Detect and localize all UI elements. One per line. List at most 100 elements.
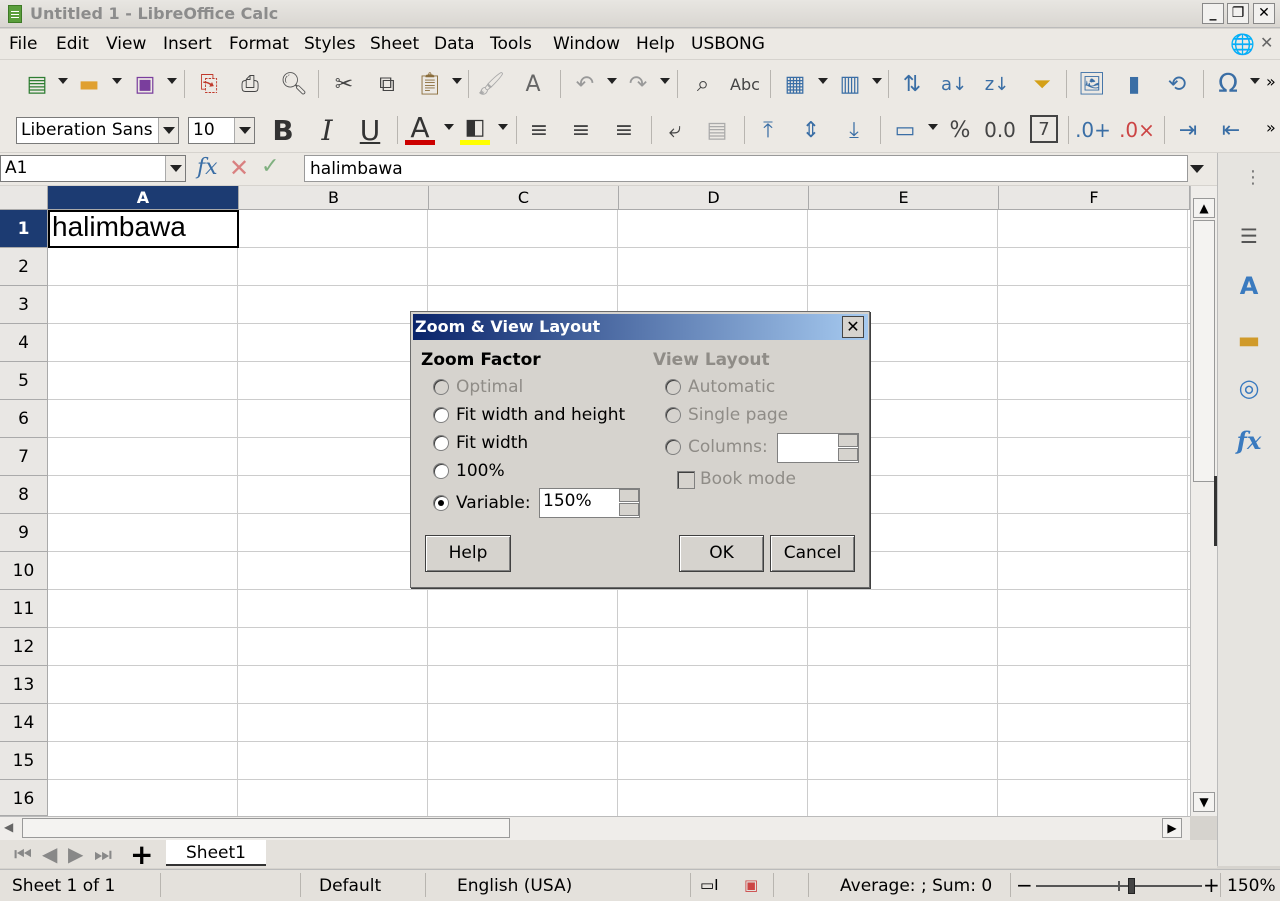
column-dropdown[interactable] <box>872 78 882 84</box>
zoom-slider-thumb[interactable] <box>1128 878 1135 894</box>
bold-icon[interactable]: B <box>268 114 298 147</box>
font-color-dropdown[interactable] <box>444 124 454 130</box>
formula-input[interactable]: halimbawa <box>304 155 1188 182</box>
cancel-button[interactable]: Cancel <box>770 535 855 572</box>
clear-format-icon[interactable]: A <box>518 69 548 99</box>
column-header-a[interactable]: A <box>48 186 239 210</box>
clone-icon[interactable]: 🖌︎ <box>476 69 506 99</box>
row-icon[interactable]: ▦ <box>780 69 810 99</box>
print-icon[interactable]: ⎙ <box>235 69 265 99</box>
properties-icon[interactable]: ☰ <box>1232 219 1266 253</box>
navigator-icon[interactable]: ◎ <box>1232 371 1266 405</box>
hscroll-thumb[interactable] <box>22 818 510 838</box>
font-color-icon[interactable]: A <box>405 111 435 145</box>
underline-icon[interactable]: U <box>355 114 385 147</box>
row-header[interactable]: 11 <box>0 590 48 628</box>
align-left-icon[interactable]: ≡ <box>524 115 554 145</box>
currency-dropdown[interactable] <box>928 124 938 130</box>
row-header[interactable]: 10 <box>0 552 48 590</box>
highlight-dropdown[interactable] <box>498 124 508 130</box>
chevron-down-icon[interactable] <box>158 118 178 143</box>
radio-columns[interactable] <box>665 439 681 455</box>
highlight-icon[interactable]: ◧ <box>460 115 490 145</box>
decrease-indent-icon[interactable]: ⇤ <box>1216 115 1246 145</box>
row-header[interactable]: 9 <box>0 514 48 552</box>
close-button[interactable]: ✕ <box>1253 3 1275 24</box>
row-header[interactable]: 14 <box>0 704 48 742</box>
radio-single-page[interactable] <box>665 407 681 423</box>
first-sheet-icon[interactable]: ⏮ <box>14 842 32 866</box>
merge-cells-icon[interactable]: ▤ <box>702 115 732 145</box>
open-icon[interactable]: ▬ <box>74 69 104 99</box>
special-char-dropdown[interactable] <box>1250 78 1260 84</box>
select-all-corner[interactable] <box>0 186 48 210</box>
zoom-in-icon[interactable]: + <box>1203 873 1220 897</box>
minimize-button[interactable]: _ <box>1202 3 1224 24</box>
zoom-out-icon[interactable]: − <box>1016 873 1033 897</box>
variable-zoom-spinner[interactable]: 150% <box>539 488 640 518</box>
overflow-icon[interactable]: » <box>1266 118 1276 137</box>
accept-icon[interactable]: ✓ <box>261 154 279 179</box>
preview-icon[interactable]: 🔍︎ <box>279 69 309 99</box>
sort-asc-icon[interactable]: a↓ <box>939 69 969 99</box>
language[interactable]: English (USA) <box>457 876 572 896</box>
radio-automatic[interactable] <box>665 379 681 395</box>
row-header[interactable]: 12 <box>0 628 48 666</box>
paste-dropdown[interactable] <box>452 78 462 84</box>
percent-icon[interactable]: % <box>945 115 975 145</box>
expand-formula-icon[interactable] <box>1190 165 1204 173</box>
date-format-icon[interactable]: 7 <box>1030 115 1058 143</box>
align-middle-icon[interactable]: ⇕ <box>796 115 826 145</box>
last-sheet-icon[interactable]: ⏭ <box>94 842 112 866</box>
row-dropdown[interactable] <box>818 78 828 84</box>
scroll-thumb[interactable] <box>1193 220 1215 482</box>
save-dropdown[interactable] <box>167 78 177 84</box>
increase-indent-icon[interactable]: ⇥ <box>1173 115 1203 145</box>
row-header[interactable]: 2 <box>0 248 48 286</box>
menu-edit[interactable]: Edit <box>56 34 89 54</box>
menu-format[interactable]: Format <box>229 34 289 54</box>
font-size-combo[interactable]: 10 <box>188 117 255 144</box>
italic-icon[interactable]: I <box>312 114 342 147</box>
row-header[interactable]: 16 <box>0 780 48 816</box>
radio-fit-width-height[interactable] <box>433 407 449 423</box>
align-right-icon[interactable]: ≡ <box>609 115 639 145</box>
help-button[interactable]: Help <box>425 535 511 572</box>
column-header-f[interactable]: F <box>999 186 1190 210</box>
name-box[interactable]: A1 <box>0 155 186 182</box>
menu-tools[interactable]: Tools <box>490 34 532 54</box>
image-icon[interactable]: 🖼︎ <box>1077 69 1107 99</box>
column-header-c[interactable]: C <box>429 186 619 210</box>
find-icon[interactable]: ⌕ <box>688 69 718 99</box>
column-header-b[interactable]: B <box>239 186 429 210</box>
scroll-right-icon[interactable]: ▶ <box>1162 818 1182 838</box>
menu-styles[interactable]: Styles <box>304 34 356 54</box>
cut-icon[interactable]: ✂ <box>329 69 359 99</box>
close-document-icon[interactable]: ✕ <box>1260 33 1273 52</box>
menu-view[interactable]: View <box>106 34 146 54</box>
pdf-icon[interactable]: ⎘ <box>194 69 224 99</box>
radio-optimal[interactable] <box>433 379 449 395</box>
spin-up-icon[interactable] <box>619 489 639 502</box>
add-decimal-icon[interactable]: .0+ <box>1075 115 1111 145</box>
row-header[interactable]: 6 <box>0 400 48 438</box>
scroll-left-icon[interactable]: ◀ <box>4 820 13 834</box>
row-header[interactable]: 4 <box>0 324 48 362</box>
font-name-combo[interactable]: Liberation Sans <box>16 117 179 144</box>
currency-icon[interactable]: ▭ <box>890 115 920 145</box>
prev-sheet-icon[interactable]: ◀ <box>42 842 57 866</box>
dialog-close-icon[interactable]: ✕ <box>842 316 864 338</box>
copy-icon[interactable]: ⧉ <box>372 69 402 99</box>
delete-decimal-icon[interactable]: .0× <box>1119 115 1155 145</box>
row-header[interactable]: 8 <box>0 476 48 514</box>
tab-sheet1[interactable]: Sheet1 <box>166 840 266 866</box>
functions-icon[interactable]: fx <box>1232 423 1266 457</box>
row-header[interactable]: 7 <box>0 438 48 476</box>
row-header[interactable]: 3 <box>0 286 48 324</box>
menu-sheet[interactable]: Sheet <box>370 34 419 54</box>
open-dropdown[interactable] <box>112 78 122 84</box>
spin-down-icon[interactable] <box>619 503 639 516</box>
gallery-icon[interactable]: ▬ <box>1232 323 1266 357</box>
sidebar-menu-icon[interactable]: ⋮ <box>1244 167 1262 188</box>
save-icon[interactable]: ▣ <box>130 69 160 99</box>
